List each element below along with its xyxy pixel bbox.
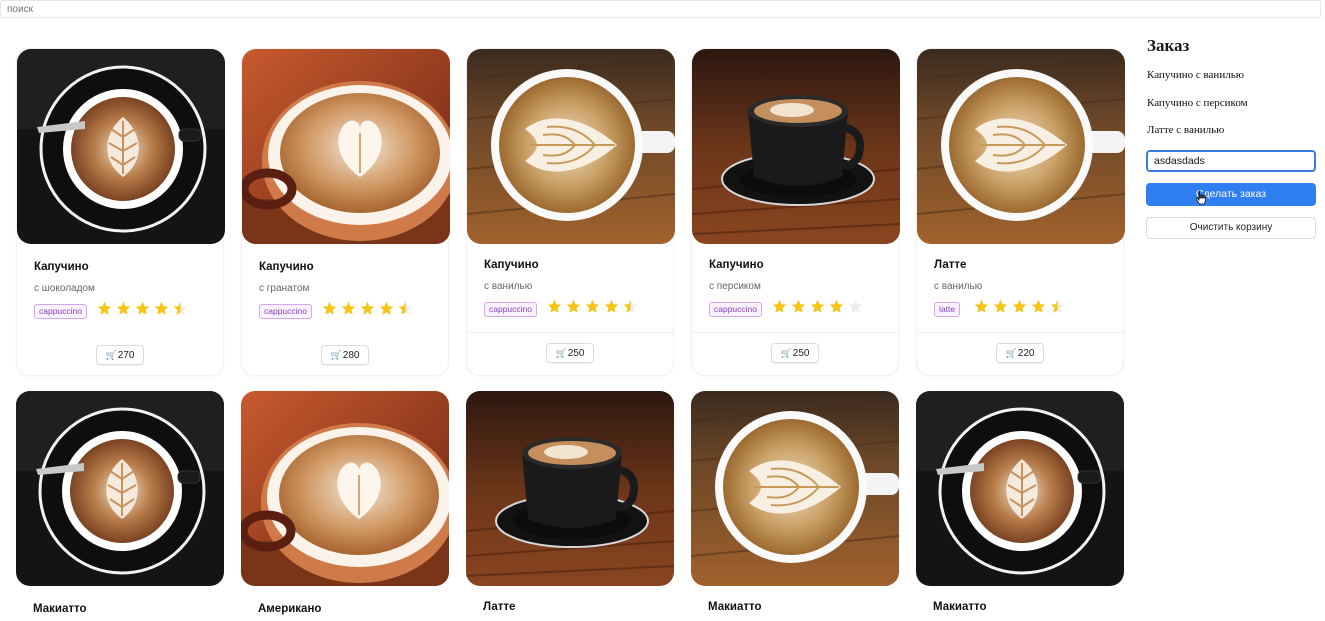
star-icon [1050, 299, 1065, 313]
rating-stars [772, 299, 863, 314]
coffee-photo [917, 49, 1125, 244]
cart-icon: 🛒 [105, 350, 117, 360]
coffee-photo [691, 391, 899, 586]
star-icon [829, 299, 844, 313]
order-item: Капучино с персиком [1147, 97, 1248, 109]
category-tag: cappuccino [484, 302, 538, 317]
star-icon [322, 301, 337, 315]
search-input[interactable] [7, 4, 1314, 15]
category-tag: cappuccino [34, 304, 88, 319]
add-to-cart-button[interactable]: 🛒280 [321, 345, 369, 365]
star-icon [379, 301, 394, 315]
product-subtitle: с гранатом [259, 283, 310, 294]
product-title: Макиатто [33, 603, 87, 615]
add-to-cart-button[interactable]: 🛒250 [771, 343, 819, 363]
rating-stars [322, 301, 413, 316]
product-subtitle: с ванилью [934, 281, 983, 292]
coffee-photo [467, 49, 675, 244]
star-icon [772, 299, 787, 313]
category-tag: cappuccino [709, 302, 763, 317]
cart-icon: 🛒 [1005, 348, 1017, 358]
product-title: Американо [258, 603, 322, 615]
product-subtitle: с персиком [709, 281, 761, 292]
rating-stars [97, 301, 188, 316]
coffee-photo [242, 49, 450, 244]
star-icon [173, 301, 188, 315]
coffee-photo [17, 49, 225, 244]
star-icon [993, 299, 1008, 313]
coffee-photo [692, 49, 900, 244]
card-divider [692, 332, 900, 333]
card-divider [467, 332, 675, 333]
order-item: Капучино с ванилью [1147, 69, 1244, 81]
product-card[interactable]: Макиатто [691, 391, 899, 621]
star-icon [848, 299, 863, 313]
add-to-cart-button[interactable]: 🛒220 [996, 343, 1044, 363]
product-card[interactable]: Макиатто [16, 391, 224, 621]
price-value: 270 [117, 350, 135, 361]
product-card[interactable]: Макиатто [916, 391, 1124, 621]
order-name-input[interactable]: asdasdads [1146, 150, 1316, 172]
add-to-cart-button[interactable]: 🛒250 [546, 343, 594, 363]
product-card[interactable]: Латте [466, 391, 674, 621]
cart-icon: 🛒 [330, 350, 342, 360]
place-order-button[interactable]: Сделать заказ [1146, 183, 1316, 206]
product-card[interactable]: Капучино с гранатом cappuccino 🛒280 [241, 48, 450, 376]
price-value: 280 [342, 350, 360, 361]
coffee-photo [241, 391, 449, 586]
product-title: Капучино [484, 259, 539, 271]
rating-stars [547, 299, 638, 314]
star-icon [604, 299, 619, 313]
product-card[interactable]: Капучино с шоколадом cappuccino 🛒270 [16, 48, 225, 376]
add-to-cart-button[interactable]: 🛒270 [96, 345, 144, 365]
order-item: Латте с ванилью [1147, 124, 1225, 136]
cart-icon: 🛒 [555, 348, 567, 358]
star-icon [585, 299, 600, 313]
star-icon [547, 299, 562, 313]
star-icon [566, 299, 581, 313]
product-card[interactable]: Капучино с персиком cappuccino 🛒250 [691, 48, 900, 376]
star-icon [810, 299, 825, 313]
order-title: Заказ [1147, 36, 1190, 55]
star-icon [360, 301, 375, 315]
rating-stars [974, 299, 1065, 314]
category-tag: cappuccino [259, 304, 313, 319]
star-icon [1012, 299, 1027, 313]
product-subtitle: с шоколадом [34, 283, 95, 294]
star-icon [1031, 299, 1046, 313]
product-subtitle: с ванилью [484, 281, 533, 292]
product-title: Капучино [259, 261, 314, 273]
price-value: 250 [567, 348, 585, 359]
star-icon [116, 301, 131, 315]
coffee-photo [916, 391, 1124, 586]
product-title: Латте [483, 601, 516, 613]
product-title: Капучино [34, 261, 89, 273]
product-card[interactable]: Латте с ванилью latte 🛒220 [916, 48, 1125, 376]
star-icon [623, 299, 638, 313]
star-icon [398, 301, 413, 315]
star-icon [341, 301, 356, 315]
product-card[interactable]: Американо [241, 391, 449, 621]
price-value: 220 [1017, 348, 1035, 359]
star-icon [791, 299, 806, 313]
coffee-photo [16, 391, 224, 586]
product-title: Макиатто [708, 601, 762, 613]
star-icon [154, 301, 169, 315]
star-icon [97, 301, 112, 315]
card-divider [917, 332, 1125, 333]
product-title: Латте [934, 259, 967, 271]
price-value: 250 [792, 348, 810, 359]
cart-icon: 🛒 [780, 348, 792, 358]
product-title: Капучино [709, 259, 764, 271]
star-icon [974, 299, 989, 313]
category-tag: latte [934, 302, 961, 317]
search-bar[interactable] [0, 0, 1321, 18]
product-title: Макиатто [933, 601, 987, 613]
mouse-pointer-icon [1196, 190, 1206, 205]
coffee-photo [466, 391, 674, 586]
star-icon [135, 301, 150, 315]
clear-cart-button[interactable]: Очистить корзину [1146, 217, 1316, 239]
product-card[interactable]: Капучино с ванилью cappuccino 🛒250 [466, 48, 675, 376]
